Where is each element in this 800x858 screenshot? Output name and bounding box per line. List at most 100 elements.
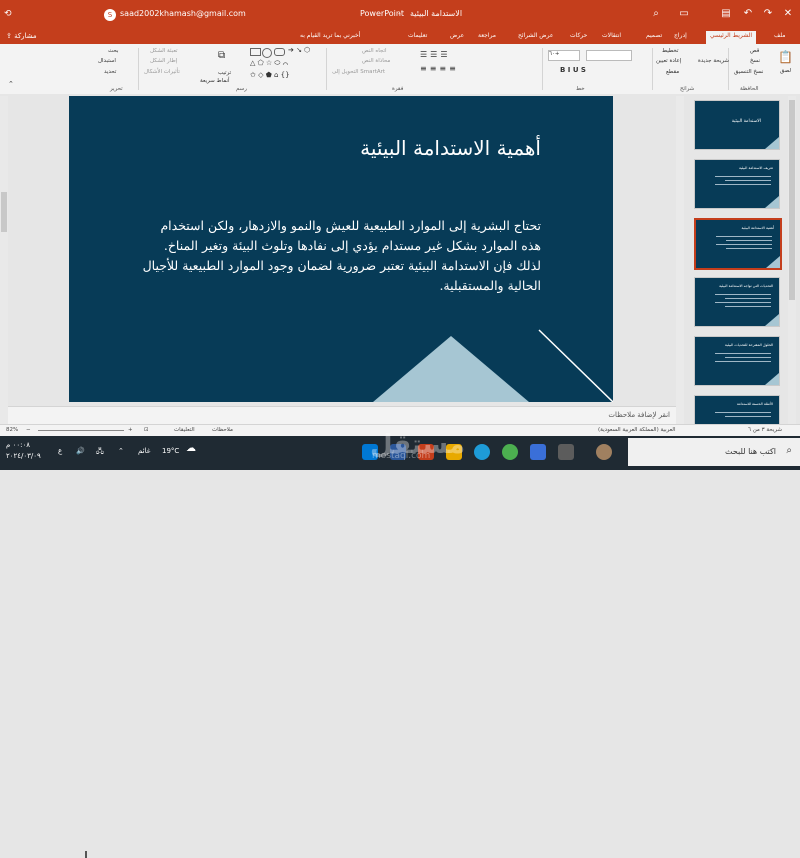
shape-effects-button[interactable]: تأثيرات الأشكال [144, 69, 180, 75]
tab-file[interactable]: ملف [774, 32, 785, 39]
collapse-ribbon-icon[interactable]: ⌃ [8, 80, 14, 88]
thumbnail-text-line [725, 306, 771, 307]
tab-view[interactable]: عرض [450, 32, 464, 39]
volume-icon[interactable]: 🔊 [76, 447, 85, 455]
thumbnail-outer-scrollbar[interactable] [788, 96, 796, 424]
layout-button[interactable]: تخطيط [662, 48, 678, 54]
font-name-field[interactable] [586, 50, 632, 61]
thumbnail-text-line [725, 180, 771, 181]
reset-button[interactable]: إعادة تعيين [656, 58, 681, 64]
align-icons[interactable]: ≡≡≡≡ [420, 64, 459, 73]
zoom-out-icon[interactable]: − [26, 427, 31, 433]
clock-date[interactable]: ٢٠٢٤/٠٣/٠٩ [6, 452, 41, 460]
language-indicator[interactable]: ع [58, 447, 62, 455]
slide-thumbnail[interactable]: الحلول المقترحة للتحديات البيئية [694, 336, 780, 386]
copy-button[interactable]: نسخ [750, 58, 760, 64]
font-format-buttons[interactable]: B I U S [560, 66, 586, 74]
triangle-shape-icon[interactable]: △ ⬠ ☆ ⬭ ⌒ [250, 59, 288, 68]
avatar[interactable]: S [104, 9, 116, 21]
tab-animations[interactable]: حركات [570, 32, 587, 39]
slide-thumbnail[interactable]: التحديات التي تواجه الاستدامة البيئية [694, 277, 780, 327]
slide-thumbnail[interactable]: الاستدامة البيئية [694, 100, 780, 150]
fit-slide-icon[interactable]: ⊡ [144, 427, 149, 433]
text-direction-button[interactable]: اتجاه النص [362, 48, 387, 54]
taskbar-search[interactable]: اكتب هنا للبحث ⌕ [628, 438, 800, 466]
drawing-group-label: رسم [236, 86, 247, 92]
scrollbar-thumb[interactable] [1, 192, 7, 232]
paste-icon[interactable]: 📋 [778, 50, 793, 64]
thumbnail-text-line [725, 416, 771, 417]
search-icon[interactable]: ⌕ [648, 6, 664, 22]
app-circle-icon[interactable] [596, 444, 612, 460]
vertical-scrollbar[interactable] [0, 96, 8, 424]
find-button[interactable]: بحث [108, 48, 118, 54]
tab-design[interactable]: تصميم [646, 32, 662, 39]
slide-thumbnail[interactable]: أهمية الاستدامة البيئية [694, 218, 782, 270]
replace-button[interactable]: استبدال [98, 58, 116, 64]
list-icons[interactable]: ☰☰☰ [420, 50, 451, 59]
cut-button[interactable]: قص [750, 48, 759, 54]
autosave-icon[interactable]: ⟲ [4, 9, 12, 19]
save-icon[interactable]: ▤ [718, 6, 734, 22]
thumbnail-title: الاستدامة البيئية [731, 119, 761, 124]
ribbon-display-icon[interactable]: ▭ [676, 6, 692, 22]
redo-icon[interactable]: ↷ [760, 6, 776, 22]
notes-pane[interactable]: انقر لإضافة ملاحظات [8, 406, 676, 425]
rounded-rect-shape[interactable] [274, 48, 285, 56]
language-status[interactable]: العربية (المملكة العربية السعودية) [598, 427, 676, 433]
thumbnail-text-line [715, 184, 771, 185]
quick-styles-button[interactable]: أنماط سريعة [200, 78, 230, 84]
thumbnail-title: التحديات التي تواجه الاستدامة البيئية [719, 284, 773, 288]
chrome-icon[interactable] [502, 444, 518, 460]
network-icon[interactable]: 🖧 [96, 447, 104, 458]
weather-temperature[interactable]: 19°C [162, 447, 179, 455]
comments-button[interactable]: التعليقات [174, 427, 195, 433]
weather-cloud-icon[interactable]: ☁ [186, 443, 196, 454]
slide-canvas[interactable]: أهمية الاستدامة البيئية تحتاج البشرية إل… [69, 96, 613, 402]
rectangle-shape[interactable] [250, 48, 261, 56]
arrange-icon[interactable]: ⧉ [218, 50, 225, 61]
align-text-button[interactable]: محاذاة النص [362, 58, 390, 64]
tell-me-box[interactable]: أخبرني بما تريد القيام به [300, 32, 360, 39]
weather-label[interactable]: غائم [138, 447, 150, 455]
shape-outline-button[interactable]: إطار الشكل [150, 58, 177, 64]
shape-fill-button[interactable]: تعبئة الشكل [150, 48, 178, 54]
format-painter-button[interactable]: نسخ التنسيق [734, 69, 763, 75]
account-email[interactable]: saad2002khamash@gmail.com [120, 9, 246, 18]
arrow-shape-icon[interactable]: ➔ ↘ ⬡ [288, 46, 310, 54]
store-icon[interactable] [530, 444, 546, 460]
zoom-level[interactable]: 82% [6, 427, 18, 433]
zoom-slider-knob[interactable] [85, 851, 88, 858]
zoom-slider[interactable] [38, 430, 124, 431]
notes-placeholder[interactable]: انقر لإضافة ملاحظات [608, 411, 670, 419]
search-placeholder[interactable]: اكتب هنا للبحث [725, 447, 776, 456]
slide-thumbnail[interactable]: تعريف الاستدامة البيئية [694, 159, 780, 209]
section-button[interactable]: مقطع [666, 69, 679, 75]
tray-arrow-icon[interactable]: ⌃ [118, 447, 124, 455]
share-button[interactable]: ⇪ مشاركة [6, 32, 37, 40]
notes-button[interactable]: ملاحظات [212, 427, 233, 433]
ribbon-divider [542, 48, 543, 90]
tab-slideshow[interactable]: عرض الشرائح [518, 32, 553, 39]
thumbnail-scrollbar[interactable] [676, 96, 684, 424]
tab-review[interactable]: مراجعة [478, 32, 496, 39]
paste-button[interactable]: لصق [780, 68, 791, 74]
task-view-icon[interactable] [558, 444, 574, 460]
tab-help[interactable]: تعليمات [408, 32, 427, 39]
star-shape-icon[interactable]: ✩ ◇ ⬟ ⌂ {} [250, 71, 290, 79]
close-icon[interactable]: ✕ [780, 6, 796, 22]
tab-insert[interactable]: إدراج [674, 32, 687, 39]
oval-shape[interactable] [262, 48, 272, 58]
clock-time[interactable]: ٠٠:٠٨ م [6, 441, 30, 449]
tab-transitions[interactable]: انتقالات [602, 32, 621, 39]
scrollbar-thumb[interactable] [789, 100, 795, 300]
thumbnail-text-line [715, 353, 771, 354]
new-slide-button[interactable]: شريحة جديدة [698, 58, 729, 64]
undo-icon[interactable]: ↶ [740, 6, 756, 22]
select-button[interactable]: تحديد [104, 69, 116, 75]
edge-icon[interactable] [474, 444, 490, 460]
arrange-button[interactable]: ترتيب [218, 70, 231, 76]
font-size-field[interactable]: ٦٠+ [548, 50, 580, 61]
smartart-button[interactable]: التحويل إلى SmartArt [332, 69, 385, 75]
zoom-in-icon[interactable]: + [128, 427, 133, 433]
